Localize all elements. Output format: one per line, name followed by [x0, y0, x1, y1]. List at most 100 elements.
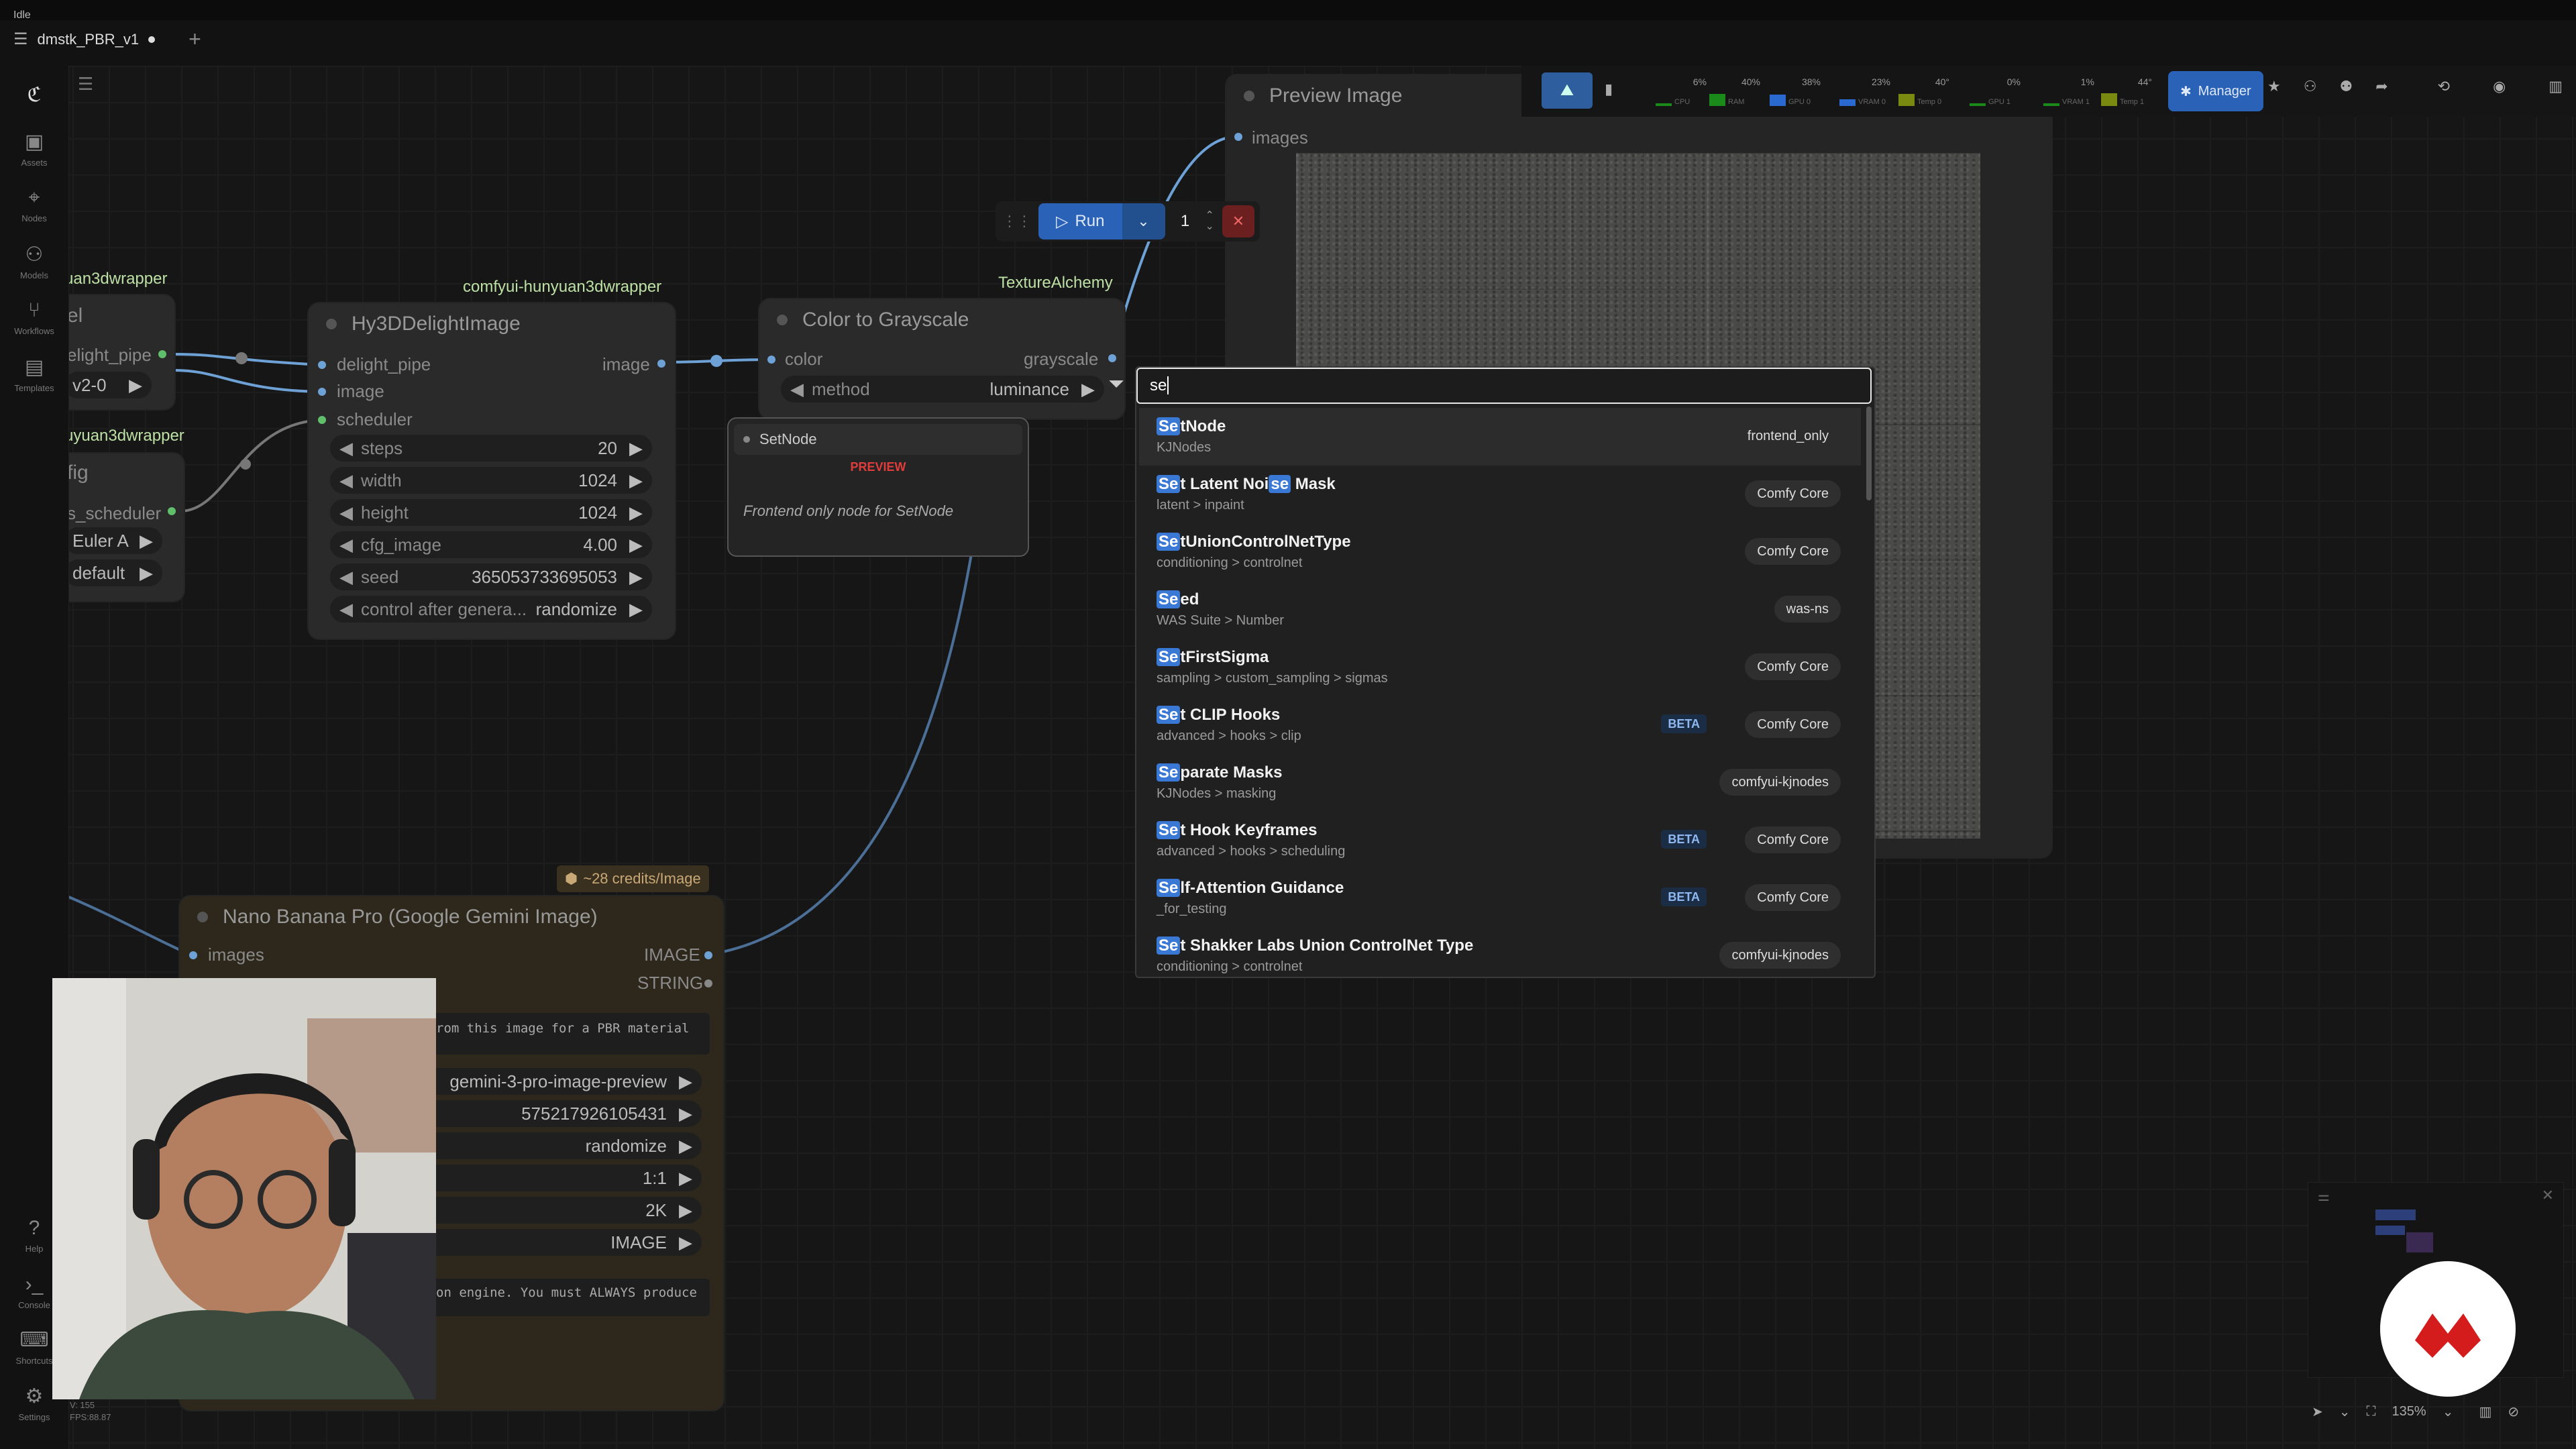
arrow-left-icon[interactable]: ◀ [339, 470, 353, 491]
match-highlight: Se [1157, 590, 1181, 608]
search-result-item[interactable]: Se t CLIP Hooks advanced > hooks > clip Com… [1139, 696, 1861, 754]
arrow-left-icon[interactable]: ◀ [339, 535, 353, 555]
arrow-left-icon[interactable]: ◀ [339, 567, 353, 588]
arrow-right-icon[interactable]: ▶ [679, 1071, 692, 1092]
panel-right-icon[interactable]: ▥ [2548, 78, 2563, 95]
queue-icon[interactable]: ⚉ [2339, 78, 2353, 95]
input-pin-images[interactable] [1234, 133, 1242, 141]
fit-view-icon[interactable]: ⛶ [2367, 1404, 2376, 1419]
port-delight-pipe: delight_pipe [337, 354, 431, 374]
output-pin-image[interactable] [704, 951, 712, 959]
arrow-right-icon[interactable]: ▶ [629, 567, 643, 588]
monitor-logo[interactable]: ⛰ [1542, 72, 1593, 109]
people-icon[interactable]: ⚇ [2304, 78, 2317, 95]
pointer-icon[interactable]: ➤ [2312, 1403, 2323, 1420]
input-pin-color[interactable] [767, 356, 775, 364]
input-pin-image[interactable] [318, 388, 326, 396]
arrow-right-icon[interactable]: ▶ [679, 1104, 692, 1124]
search-result-item[interactable]: Se lf-Attention Guidance _for_testing Comfy… [1139, 869, 1861, 927]
preview-tag: PREVIEW [850, 460, 906, 474]
sidebar-item-templates[interactable]: ▤ Templates [0, 356, 68, 393]
share-icon[interactable]: ➦ [2375, 78, 2387, 95]
widget-cfg-image[interactable]: ◀ cfg_image 4.00 ▶ [330, 531, 652, 558]
input-pin-scheduler[interactable] [318, 416, 326, 424]
node-search-input[interactable]: se [1136, 368, 1872, 404]
filter-icon[interactable]: ⏷ [1108, 373, 1124, 396]
run-label: Run [1075, 212, 1105, 230]
output-pin-image[interactable] [657, 360, 665, 368]
search-result-item[interactable]: Se t Hook Keyframes advanced > hooks > sch… [1139, 812, 1861, 869]
arrow-right-icon[interactable]: ▶ [629, 599, 643, 620]
search-result-item[interactable]: Se parate Masks KJNodes > masking comfyui-k… [1139, 754, 1861, 812]
arrow-right-icon[interactable]: ▶ [629, 535, 643, 555]
result-title: Se tFirstSigma [1157, 648, 1269, 667]
star-icon[interactable]: ★ [2267, 78, 2281, 95]
batch-stepper-icon[interactable]: ⌃ ⌄ [1205, 211, 1214, 232]
user-icon[interactable]: ◉ [2493, 78, 2506, 95]
widget-label: width [361, 470, 402, 490]
search-result-item[interactable]: Se tNode KJNodes frontend_only [1139, 408, 1861, 466]
chevron-down-icon[interactable]: ⌄ [2339, 1403, 2351, 1420]
sidebar-item-assets[interactable]: ▣ Assets [0, 130, 68, 168]
arrow-right-icon[interactable]: ▶ [629, 502, 643, 523]
partial-widget-model[interactable]: v2-0 ▶ [64, 372, 152, 398]
history-icon[interactable]: ⟲ [2438, 78, 2450, 95]
arrow-left-icon[interactable]: ◀ [790, 379, 804, 400]
arrow-left-icon[interactable]: ◀ [339, 438, 353, 459]
map-icon[interactable]: ▥ [2479, 1403, 2491, 1420]
arrow-right-icon[interactable]: ▶ [629, 470, 643, 491]
search-result-item[interactable]: Se tUnionControlNetType conditioning > con… [1139, 523, 1861, 581]
minimap-close-icon[interactable]: ✕ [2542, 1187, 2554, 1204]
cancel-run-button[interactable]: ✕ [1222, 205, 1254, 237]
output-pin-grayscale[interactable] [1108, 354, 1116, 362]
bookmark-icon[interactable]: ▮ [1605, 80, 1613, 98]
arrow-right-icon[interactable]: ▶ [140, 531, 153, 551]
widget-height[interactable]: ◀ height 1024 ▶ [330, 499, 652, 526]
chevron-down-icon[interactable]: ⌄ [2443, 1403, 2454, 1420]
sidebar-item-models[interactable]: ⚇ Models [0, 243, 68, 280]
minimap-settings-icon[interactable]: ⚌ [2318, 1188, 2330, 1205]
hide-links-icon[interactable]: ⊘ [2508, 1403, 2519, 1420]
arrow-right-icon[interactable]: ▶ [140, 563, 153, 584]
widget-steps[interactable]: ◀ steps 20 ▶ [330, 435, 652, 462]
widget-seed[interactable]: ◀ seed 365053733695053 ▶ [330, 564, 652, 590]
manager-button[interactable]: ✱ Manager [2168, 71, 2263, 111]
node-status-dot [326, 319, 337, 329]
match-highlight: Se [1157, 936, 1181, 955]
search-result-item[interactable]: Se ed WAS Suite > Number was-ns [1139, 581, 1861, 639]
zoom-level[interactable]: 135% [2392, 1404, 2426, 1419]
sidebar-item-workflows[interactable]: ⑂ Workflows [0, 299, 68, 336]
run-mode-dropdown[interactable]: ⌄ [1122, 203, 1165, 239]
output-pin-string[interactable] [704, 979, 712, 987]
widget-width[interactable]: ◀ width 1024 ▶ [330, 467, 652, 494]
input-pin-delight-pipe[interactable] [318, 361, 326, 369]
result-title: Se tNode [1157, 417, 1226, 436]
search-result-item[interactable]: Se tFirstSigma sampling > custom_sampling … [1139, 639, 1861, 696]
widget-control-after-generate[interactable]: ◀ control after genera... randomize ▶ [330, 596, 652, 623]
partial-widget-sampler[interactable]: Euler A ▶ [64, 527, 162, 554]
arrow-right-icon[interactable]: ▶ [1081, 379, 1095, 400]
run-button[interactable]: ▷ Run [1038, 203, 1122, 239]
search-result-item[interactable]: Se t Shakker Labs Union ControlNet Type co… [1139, 927, 1861, 985]
input-pin-images[interactable] [189, 951, 197, 959]
drag-handle-icon[interactable]: ⋮⋮ [1002, 213, 1032, 230]
batch-count-input[interactable]: 1 [1165, 212, 1205, 231]
output-pin[interactable] [168, 507, 176, 515]
panel-toggle-icon[interactable]: ☰ [78, 74, 93, 95]
arrow-right-icon[interactable]: ▶ [679, 1200, 692, 1221]
widget-method[interactable]: ◀ method luminance ▶ [781, 376, 1104, 402]
results-scrollbar[interactable] [1866, 407, 1872, 500]
arrow-right-icon[interactable]: ▶ [679, 1232, 692, 1253]
sidebar-item-nodes[interactable]: ⌖ Nodes [0, 186, 68, 223]
output-pin[interactable] [158, 350, 166, 358]
partial-widget-schedule[interactable]: default ▶ [64, 559, 162, 586]
arrow-right-icon[interactable]: ▶ [679, 1136, 692, 1157]
arrow-right-icon[interactable]: ▶ [679, 1168, 692, 1189]
arrow-left-icon[interactable]: ◀ [339, 502, 353, 523]
partial-node-title: el [67, 305, 83, 327]
search-result-item[interactable]: Se t Latent Noi se Mask latent > inpaint Com… [1139, 466, 1861, 523]
arrow-left-icon[interactable]: ◀ [339, 599, 353, 620]
arrow-right-icon[interactable]: ▶ [129, 375, 142, 396]
comfy-logo[interactable]: ℭ [0, 83, 68, 111]
arrow-right-icon[interactable]: ▶ [629, 438, 643, 459]
